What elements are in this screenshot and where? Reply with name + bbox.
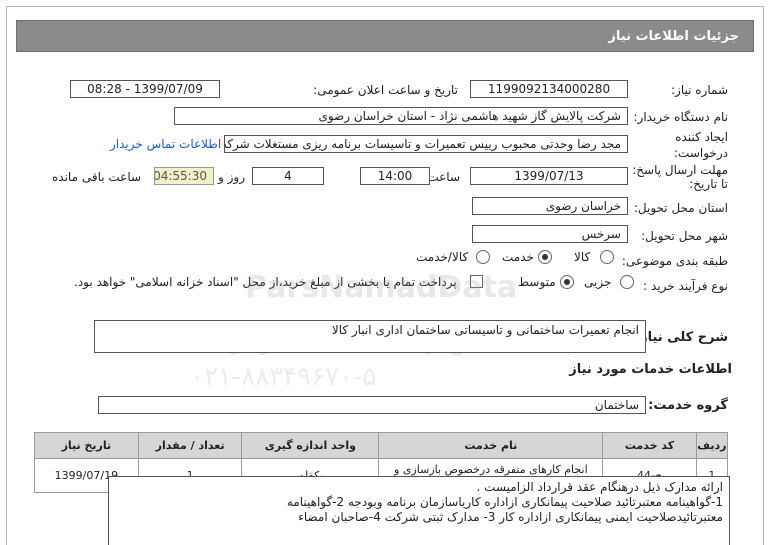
announce-date-label: تاریخ و ساعت اعلان عمومی: <box>313 83 458 97</box>
province-label: استان محل تحویل: <box>633 201 728 215</box>
remaining-days-field: 4 <box>252 167 324 185</box>
deadline-time-label: ساعت <box>427 170 460 184</box>
province-field: خراسان رضوی <box>472 197 628 215</box>
notes-line: معتبرتائیدصلاحیت ایمنی پیمانکاری ازاداره… <box>298 510 723 524</box>
remaining-time-label: ساعت باقی مانده <box>52 170 142 184</box>
announce-date-field: 1399/07/09 - 08:28 <box>70 80 220 98</box>
category-service-radio[interactable] <box>538 250 552 264</box>
buyer-field: شرکت پالایش گاز شهید هاشمی نژاد - استان … <box>174 107 628 125</box>
description-label: شرح کلی نیاز: <box>634 330 728 345</box>
city-field: سرخس <box>472 225 628 243</box>
buyer-notes: ارائه مدارک ذیل درهنگام عقد قرارداد الزا… <box>108 476 730 545</box>
creator-label: ایجاد کننده <box>675 130 728 144</box>
col-service-name: نام خدمت <box>378 432 604 459</box>
category-label: طبقه بندی موضوعی: <box>621 254 728 268</box>
buyer-label: نام دستگاه خریدار: <box>633 110 729 124</box>
col-quantity: تعداد / مقدار <box>137 432 243 459</box>
deadline-date-field: 1399/07/13 <box>470 167 628 185</box>
category-service-label: خدمت <box>502 250 534 264</box>
category-goods-service-radio[interactable] <box>476 250 490 264</box>
process-minor-radio[interactable] <box>620 275 634 289</box>
creator-label-2: درخواست: <box>674 146 728 160</box>
page-header: جزئیات اطلاعات نیاز <box>16 20 754 52</box>
service-group-field: ساختمان <box>98 396 646 414</box>
creator-field: مجد رضا وحدتی محبوب رییس تعمیرات و تاسیس… <box>224 135 628 153</box>
need-number-label: شماره نیاز: <box>671 83 728 97</box>
col-row-number: ردیف <box>695 432 729 459</box>
need-number-field: 1199092134000280 <box>470 80 628 98</box>
remaining-time-field: 04:55:30 <box>154 167 214 185</box>
col-unit: واحد اندازه گیری <box>241 432 380 459</box>
treasury-payment-note: پرداخت تمام یا بخشی از مبلغ خرید،از محل … <box>74 275 457 289</box>
deadline-label: مهلت ارسال پاسخ: <box>632 163 728 177</box>
col-service-code: کد خدمت <box>602 432 697 459</box>
city-label: شهر محل تحویل: <box>641 229 728 243</box>
page-title: جزئیات اطلاعات نیاز <box>608 29 739 44</box>
description-text: انجام تعمیرات ساختمانی و تاسیساتی ساختما… <box>331 323 639 337</box>
notes-line: 1-گواهینامه معتبرتائید صلاحیت پیمانکاری … <box>286 495 723 509</box>
category-goods-radio[interactable] <box>600 250 614 264</box>
process-minor-label: جزیی <box>584 275 612 289</box>
deadline-label-2: تا تاریخ: <box>689 177 728 191</box>
notes-line: ارائه مدارک ذیل درهنگام عقد قرارداد الزا… <box>476 480 723 494</box>
deadline-time-field: 14:00 <box>360 167 430 185</box>
category-goods-label: کالا <box>574 250 591 264</box>
process-medium-radio[interactable] <box>560 275 574 289</box>
col-need-date: تاریخ نیاز <box>34 432 139 459</box>
buyer-contact-link[interactable]: اطلاعات تماس خریدار <box>110 137 221 151</box>
process-medium-label: متوسط <box>518 275 556 289</box>
service-group-label: گروه خدمت: <box>648 398 728 413</box>
description-field: انجام تعمیرات ساختمانی و تاسیساتی ساختما… <box>94 320 646 353</box>
services-heading: اطلاعات خدمات مورد نیاز <box>569 362 732 377</box>
category-goods-service-label: کالا/خدمت <box>416 250 469 264</box>
treasury-payment-checkbox[interactable] <box>470 275 483 288</box>
days-label: روز و <box>218 170 245 184</box>
process-label: نوع فرآیند خرید : <box>643 279 728 293</box>
table-header-row: ردیف کد خدمت نام خدمت واحد اندازه گیری ت… <box>34 432 729 459</box>
